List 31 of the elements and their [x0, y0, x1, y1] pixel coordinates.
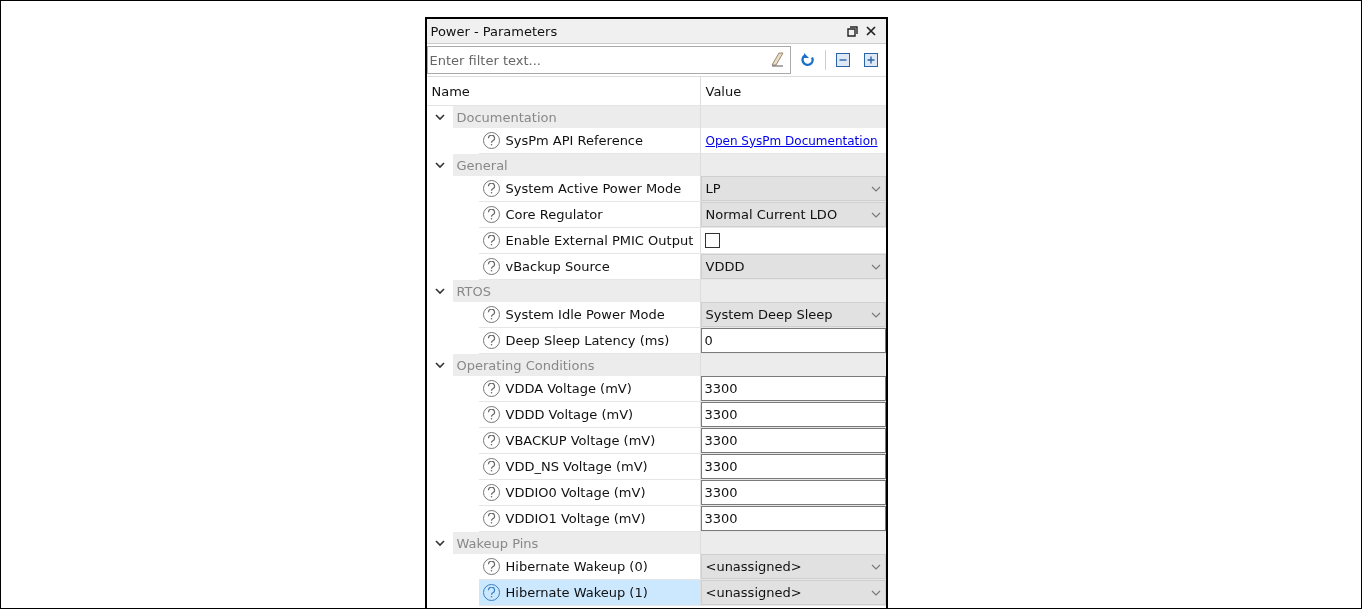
group-label: Documentation: [452, 106, 700, 128]
value-field[interactable]: 3300: [700, 376, 886, 401]
parameter-name[interactable]: Hibernate Wakeup (1): [478, 580, 700, 606]
dropdown[interactable]: LP: [700, 176, 886, 201]
value-field[interactable]: 3300: [700, 428, 886, 453]
value-field[interactable]: 0: [700, 328, 886, 353]
caret-icon: [870, 185, 881, 192]
documentation-link[interactable]: Open SysPm Documentation: [700, 133, 878, 148]
caret-icon: [870, 211, 881, 218]
group-label: RTOS: [452, 280, 700, 302]
caret-icon: [870, 311, 881, 318]
value-field[interactable]: 3300: [700, 402, 886, 427]
checkbox[interactable]: [704, 233, 720, 248]
group-label: Wakeup Pins: [452, 532, 700, 554]
caret-icon: [870, 589, 881, 596]
dropdown[interactable]: <unassigned>: [700, 580, 886, 605]
dropdown[interactable]: VDDD: [700, 254, 886, 279]
filter-field[interactable]: Enter filter text...: [426, 46, 791, 74]
column-header[interactable]: Value: [705, 83, 742, 99]
dropdown[interactable]: <unassigned>: [700, 554, 886, 579]
group-label: General: [452, 154, 700, 176]
value-field[interactable]: 3300: [700, 506, 886, 531]
dropdown[interactable]: Normal Current LDO: [700, 202, 886, 227]
group-label: Operating Conditions: [452, 354, 700, 376]
value-field[interactable]: 3300: [700, 454, 886, 479]
caret-icon: [870, 263, 881, 270]
value-field[interactable]: 3300: [700, 480, 886, 505]
dropdown[interactable]: System Deep Sleep: [700, 302, 886, 327]
column-header[interactable]: Name: [431, 83, 470, 99]
caret-icon: [870, 563, 881, 570]
window-title: Power - Parameters: [430, 23, 559, 39]
